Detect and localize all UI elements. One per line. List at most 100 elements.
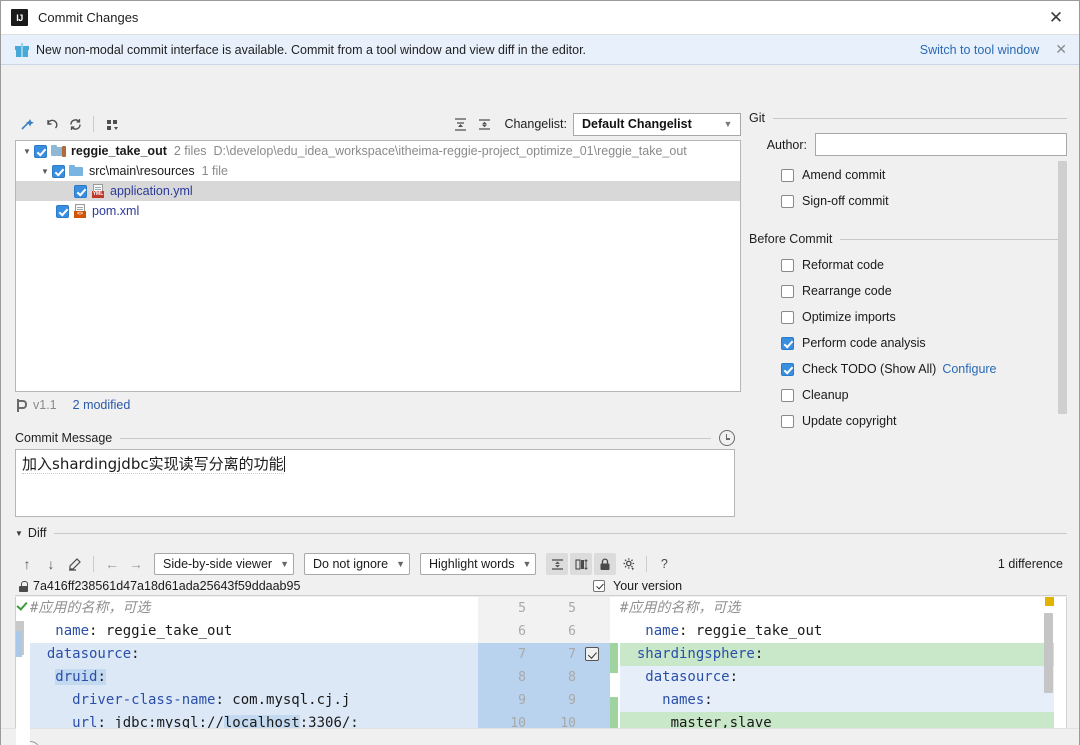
right-revision-group: Your version xyxy=(593,579,682,593)
switch-to-tool-window-link[interactable]: Switch to tool window xyxy=(920,43,1040,57)
check-todo-checkbox[interactable] xyxy=(781,362,794,376)
collapse-unchanged-icon[interactable] xyxy=(546,553,569,575)
table-row[interactable]: YML application.yml xyxy=(16,181,740,201)
xml-file-icon: <> xyxy=(73,204,87,218)
before-commit-section-header: Before Commit xyxy=(749,232,1067,246)
diff-line-number-gutter: 5 5 6 6 7 7 8 8 9 9 10 10 xyxy=(478,597,610,745)
modified-count-link[interactable]: 2 modified xyxy=(73,398,131,412)
error-stripe-marker xyxy=(1045,597,1054,606)
notification-bar: New non-modal commit interface is availa… xyxy=(1,35,1079,65)
amend-commit-checkbox[interactable] xyxy=(781,168,794,182)
group-by-icon[interactable] xyxy=(100,113,124,135)
changes-toolbar: Changelist: Default Changelist ▼ xyxy=(15,111,741,137)
diff-right-code: #应用的名称，可选 name: reggie_take_out sharding… xyxy=(620,597,1054,735)
diff-left-pane[interactable]: #应用的名称，可选 name: reggie_take_out datasour… xyxy=(16,597,478,745)
twisty-icon[interactable]: ▼ xyxy=(15,529,23,538)
diff-right-pane[interactable]: #应用的名称，可选 name: reggie_take_out sharding… xyxy=(610,597,1054,745)
close-icon[interactable]: ✕ xyxy=(1039,2,1073,34)
row-meta: 2 files xyxy=(173,144,207,158)
diff-help-icon[interactable]: ? xyxy=(653,553,675,575)
row-checkbox[interactable] xyxy=(56,204,69,218)
option-perform-code-analysis[interactable]: Perform code analysis xyxy=(749,330,1067,356)
option-update-copyright[interactable]: Update copyright xyxy=(749,408,1067,434)
previous-difference-icon[interactable]: ↑ xyxy=(15,553,39,575)
table-row[interactable]: ▼ reggie_take_out 2 files D:\develop\edu… xyxy=(16,141,740,161)
commit-message-input[interactable]: 加入shardingjdbc实现读写分离的功能 xyxy=(15,449,735,517)
git-options-panel: Git Author: Amend commit Sign-off commit… xyxy=(749,111,1067,511)
option-check-todo[interactable]: Check TODO (Show All) Configure xyxy=(749,356,1067,382)
highlight-mode-select[interactable]: Highlight words ▼ xyxy=(419,553,537,575)
twisty-icon[interactable]: ▼ xyxy=(38,167,52,176)
accept-change-checkbox[interactable] xyxy=(585,647,599,661)
module-folder-icon xyxy=(51,145,66,157)
row-checkbox[interactable] xyxy=(52,164,65,178)
options-scrollbar[interactable] xyxy=(1058,161,1067,414)
added-chunk-marker xyxy=(610,643,618,673)
next-difference-icon[interactable]: ↓ xyxy=(39,553,63,575)
right-line-number: 6 xyxy=(568,624,576,639)
table-row[interactable]: <> pom.xml xyxy=(16,201,740,221)
ignore-mode-select[interactable]: Do not ignore ▼ xyxy=(304,553,410,575)
perform-code-analysis-checkbox[interactable] xyxy=(781,336,794,350)
revert-icon[interactable] xyxy=(39,113,63,135)
ignore-mode-value: Do not ignore xyxy=(313,557,389,571)
configure-link[interactable]: Configure xyxy=(942,362,996,376)
chevron-down-icon: ▼ xyxy=(280,559,289,569)
toolbar-separator xyxy=(646,556,648,572)
option-amend-commit[interactable]: Amend commit xyxy=(749,162,1067,188)
lock-icon[interactable] xyxy=(594,553,617,575)
clock-icon[interactable] xyxy=(719,430,735,446)
changelist-select[interactable]: Default Changelist ▼ xyxy=(573,112,741,136)
accept-left-icon[interactable]: ← xyxy=(100,553,124,575)
line-number-row: 6 6 xyxy=(478,620,610,643)
update-copyright-checkbox[interactable] xyxy=(781,414,794,428)
right-revision-label: Your version xyxy=(613,579,683,593)
changes-tree[interactable]: ▼ reggie_take_out 2 files D:\develop\edu… xyxy=(15,140,741,392)
folder-icon xyxy=(69,165,84,177)
row-meta: 1 file xyxy=(201,164,228,178)
optimize-imports-checkbox[interactable] xyxy=(781,310,794,324)
table-row[interactable]: ▼ src\main\resources 1 file xyxy=(16,161,740,181)
chevron-down-icon: ▼ xyxy=(522,559,532,569)
row-checkbox[interactable] xyxy=(34,144,47,158)
viewer-mode-select[interactable]: Side-by-side viewer ▼ xyxy=(154,553,294,575)
branch-icon xyxy=(15,398,27,412)
notification-close-icon[interactable]: ✕ xyxy=(1055,41,1067,58)
option-rearrange-code[interactable]: Rearrange code xyxy=(749,278,1067,304)
refresh-icon[interactable] xyxy=(63,113,87,135)
intellij-logo-icon: IJ xyxy=(11,9,28,26)
your-version-checkbox[interactable] xyxy=(593,580,605,592)
row-checkbox[interactable] xyxy=(74,184,87,198)
rearrange-code-checkbox[interactable] xyxy=(781,284,794,298)
author-field[interactable] xyxy=(815,133,1067,156)
option-sign-off-commit[interactable]: Sign-off commit xyxy=(749,188,1067,214)
row-path: D:\develop\edu_idea_workspace\itheima-re… xyxy=(213,144,687,158)
toolbar-separator xyxy=(93,556,94,572)
sync-scroll-icon[interactable] xyxy=(570,553,593,575)
page-title: Commit Changes xyxy=(38,10,139,25)
option-label: Check TODO (Show All) xyxy=(802,362,937,376)
diff-left-change-marker xyxy=(16,631,22,657)
code-line: #应用的名称，可选 xyxy=(620,600,741,616)
dialog-footer: ? xyxy=(1,728,1079,745)
settings-gear-icon[interactable] xyxy=(618,553,640,575)
edit-source-icon[interactable] xyxy=(63,553,87,575)
cleanup-checkbox[interactable] xyxy=(781,388,794,402)
diff-revision-bar: 7a416ff238561d47a18d61ada25643f59ddaab95… xyxy=(15,577,1067,596)
branch-version: v1.1 xyxy=(33,398,57,412)
chevron-down-icon: ▼ xyxy=(723,119,733,129)
accept-right-icon[interactable]: → xyxy=(124,553,148,575)
diff-right-change-bar xyxy=(610,597,618,745)
sign-off-commit-checkbox[interactable] xyxy=(781,194,794,208)
option-optimize-imports[interactable]: Optimize imports xyxy=(749,304,1067,330)
show-diff-icon[interactable] xyxy=(15,113,39,135)
right-line-number: 7 xyxy=(568,647,576,662)
reformat-code-checkbox[interactable] xyxy=(781,258,794,272)
twisty-icon[interactable]: ▼ xyxy=(20,147,34,156)
diff-right-vscrollbar[interactable] xyxy=(1044,613,1053,693)
option-reformat-code[interactable]: Reformat code xyxy=(749,252,1067,278)
expand-all-icon[interactable] xyxy=(448,113,472,135)
option-cleanup[interactable]: Cleanup xyxy=(749,382,1067,408)
right-line-number: 9 xyxy=(568,693,576,708)
collapse-all-icon[interactable] xyxy=(472,113,496,135)
